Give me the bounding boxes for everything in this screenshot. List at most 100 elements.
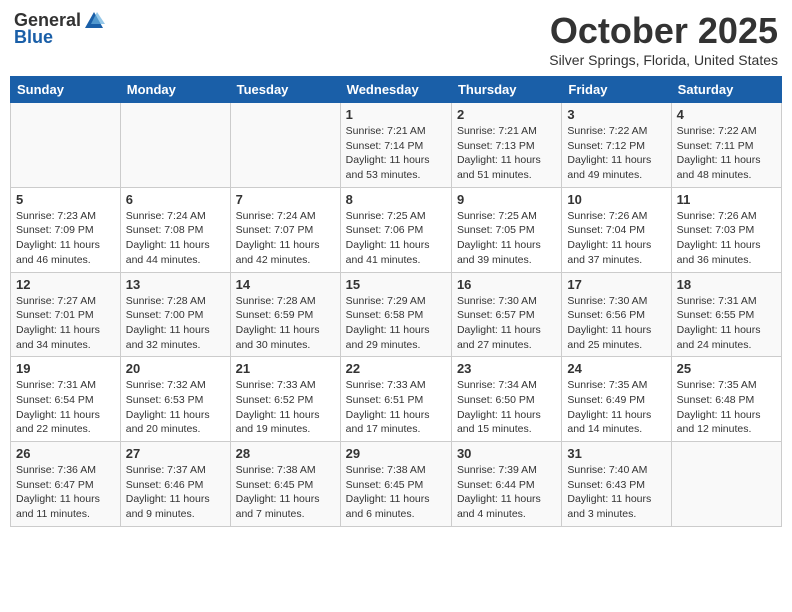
location: Silver Springs, Florida, United States [549,52,778,68]
month-title: October 2025 [549,10,778,52]
calendar-cell: 27 Sunrise: 7:37 AM Sunset: 6:46 PM Dayli… [120,442,230,527]
day-info: Sunrise: 7:21 AM Sunset: 7:14 PM Dayligh… [346,124,446,183]
day-info: Sunrise: 7:33 AM Sunset: 6:51 PM Dayligh… [346,378,446,437]
day-of-week-header: Wednesday [340,77,451,103]
day-number: 3 [567,107,665,122]
day-info: Sunrise: 7:36 AM Sunset: 6:47 PM Dayligh… [16,463,115,522]
calendar-cell: 7 Sunrise: 7:24 AM Sunset: 7:07 PM Daylig… [230,187,340,272]
day-info: Sunrise: 7:32 AM Sunset: 6:53 PM Dayligh… [126,378,225,437]
day-number: 29 [346,446,446,461]
calendar-cell: 24 Sunrise: 7:35 AM Sunset: 6:49 PM Dayli… [562,357,671,442]
calendar-cell: 29 Sunrise: 7:38 AM Sunset: 6:45 PM Dayli… [340,442,451,527]
day-number: 22 [346,361,446,376]
day-info: Sunrise: 7:35 AM Sunset: 6:48 PM Dayligh… [677,378,776,437]
calendar-cell: 31Sunrise: 7:40 AM Sunset: 6:43 PM Dayli… [562,442,671,527]
calendar-cell: 15 Sunrise: 7:29 AM Sunset: 6:58 PM Dayli… [340,272,451,357]
day-number: 26 [16,446,115,461]
calendar-cell: 8Sunrise: 7:25 AM Sunset: 7:06 PM Daylig… [340,187,451,272]
calendar-cell: 28Sunrise: 7:38 AM Sunset: 6:45 PM Dayli… [230,442,340,527]
day-of-week-header: Friday [562,77,671,103]
day-of-week-header: Sunday [11,77,121,103]
day-number: 20 [126,361,225,376]
calendar-cell: 23 Sunrise: 7:34 AM Sunset: 6:50 PM Dayli… [451,357,561,442]
day-of-week-header: Monday [120,77,230,103]
day-info: Sunrise: 7:22 AM Sunset: 7:12 PM Dayligh… [567,124,665,183]
day-number: 28 [236,446,335,461]
day-info: Sunrise: 7:31 AM Sunset: 6:54 PM Dayligh… [16,378,115,437]
calendar-cell: 11Sunrise: 7:26 AM Sunset: 7:03 PM Dayli… [671,187,781,272]
calendar-cell: 17 Sunrise: 7:30 AM Sunset: 6:56 PM Dayli… [562,272,671,357]
day-info: Sunrise: 7:30 AM Sunset: 6:56 PM Dayligh… [567,294,665,353]
day-number: 13 [126,277,225,292]
day-number: 27 [126,446,225,461]
calendar-cell: 16 Sunrise: 7:30 AM Sunset: 6:57 PM Dayli… [451,272,561,357]
day-info: Sunrise: 7:35 AM Sunset: 6:49 PM Dayligh… [567,378,665,437]
day-number: 12 [16,277,115,292]
day-info: Sunrise: 7:34 AM Sunset: 6:50 PM Dayligh… [457,378,556,437]
calendar-cell: 9 Sunrise: 7:25 AM Sunset: 7:05 PM Daylig… [451,187,561,272]
logo: General Blue [14,10,105,48]
calendar-cell: 2Sunrise: 7:21 AM Sunset: 7:13 PM Daylig… [451,103,561,188]
calendar-cell: 26 Sunrise: 7:36 AM Sunset: 6:47 PM Dayli… [11,442,121,527]
day-number: 24 [567,361,665,376]
calendar-cell: 19 Sunrise: 7:31 AM Sunset: 6:54 PM Dayli… [11,357,121,442]
day-number: 9 [457,192,556,207]
day-info: Sunrise: 7:37 AM Sunset: 6:46 PM Dayligh… [126,463,225,522]
calendar-cell: 25 Sunrise: 7:35 AM Sunset: 6:48 PM Dayli… [671,357,781,442]
calendar-cell: 12 Sunrise: 7:27 AM Sunset: 7:01 PM Dayli… [11,272,121,357]
day-number: 18 [677,277,776,292]
day-info: Sunrise: 7:26 AM Sunset: 7:04 PM Dayligh… [567,209,665,268]
calendar-cell: 1Sunrise: 7:21 AM Sunset: 7:14 PM Daylig… [340,103,451,188]
day-info: Sunrise: 7:25 AM Sunset: 7:05 PM Dayligh… [457,209,556,268]
day-info: Sunrise: 7:29 AM Sunset: 6:58 PM Dayligh… [346,294,446,353]
day-info: Sunrise: 7:27 AM Sunset: 7:01 PM Dayligh… [16,294,115,353]
calendar-cell: 5Sunrise: 7:23 AM Sunset: 7:09 PM Daylig… [11,187,121,272]
calendar-cell: 14Sunrise: 7:28 AM Sunset: 6:59 PM Dayli… [230,272,340,357]
calendar-cell: 6 Sunrise: 7:24 AM Sunset: 7:08 PM Daylig… [120,187,230,272]
calendar-cell [11,103,121,188]
day-number: 23 [457,361,556,376]
day-number: 11 [677,192,776,207]
day-info: Sunrise: 7:30 AM Sunset: 6:57 PM Dayligh… [457,294,556,353]
calendar-cell: 10Sunrise: 7:26 AM Sunset: 7:04 PM Dayli… [562,187,671,272]
calendar-table: SundayMondayTuesdayWednesdayThursdayFrid… [10,76,782,527]
day-info: Sunrise: 7:24 AM Sunset: 7:07 PM Dayligh… [236,209,335,268]
day-info: Sunrise: 7:22 AM Sunset: 7:11 PM Dayligh… [677,124,776,183]
day-number: 6 [126,192,225,207]
calendar-cell [671,442,781,527]
calendar-week-row: 19 Sunrise: 7:31 AM Sunset: 6:54 PM Dayli… [11,357,782,442]
calendar-cell: 30 Sunrise: 7:39 AM Sunset: 6:44 PM Dayli… [451,442,561,527]
calendar-week-row: 26 Sunrise: 7:36 AM Sunset: 6:47 PM Dayli… [11,442,782,527]
calendar-cell: 18 Sunrise: 7:31 AM Sunset: 6:55 PM Dayli… [671,272,781,357]
day-number: 7 [236,192,335,207]
day-info: Sunrise: 7:33 AM Sunset: 6:52 PM Dayligh… [236,378,335,437]
day-number: 15 [346,277,446,292]
day-number: 25 [677,361,776,376]
day-of-week-header: Thursday [451,77,561,103]
day-number: 16 [457,277,556,292]
day-number: 17 [567,277,665,292]
calendar-week-row: 1Sunrise: 7:21 AM Sunset: 7:14 PM Daylig… [11,103,782,188]
calendar-cell [230,103,340,188]
day-number: 30 [457,446,556,461]
calendar-cell: 20 Sunrise: 7:32 AM Sunset: 6:53 PM Dayli… [120,357,230,442]
day-of-week-header: Saturday [671,77,781,103]
day-info: Sunrise: 7:21 AM Sunset: 7:13 PM Dayligh… [457,124,556,183]
day-number: 19 [16,361,115,376]
calendar-cell [120,103,230,188]
day-info: Sunrise: 7:28 AM Sunset: 7:00 PM Dayligh… [126,294,225,353]
day-info: Sunrise: 7:28 AM Sunset: 6:59 PM Dayligh… [236,294,335,353]
calendar-cell: 4Sunrise: 7:22 AM Sunset: 7:11 PM Daylig… [671,103,781,188]
day-number: 21 [236,361,335,376]
day-of-week-header: Tuesday [230,77,340,103]
day-info: Sunrise: 7:39 AM Sunset: 6:44 PM Dayligh… [457,463,556,522]
calendar-header-row: SundayMondayTuesdayWednesdayThursdayFrid… [11,77,782,103]
day-info: Sunrise: 7:38 AM Sunset: 6:45 PM Dayligh… [346,463,446,522]
logo-icon [83,10,105,32]
day-number: 8 [346,192,446,207]
day-info: Sunrise: 7:31 AM Sunset: 6:55 PM Dayligh… [677,294,776,353]
calendar-cell: 13 Sunrise: 7:28 AM Sunset: 7:00 PM Dayli… [120,272,230,357]
day-info: Sunrise: 7:24 AM Sunset: 7:08 PM Dayligh… [126,209,225,268]
day-number: 5 [16,192,115,207]
calendar-week-row: 12 Sunrise: 7:27 AM Sunset: 7:01 PM Dayli… [11,272,782,357]
